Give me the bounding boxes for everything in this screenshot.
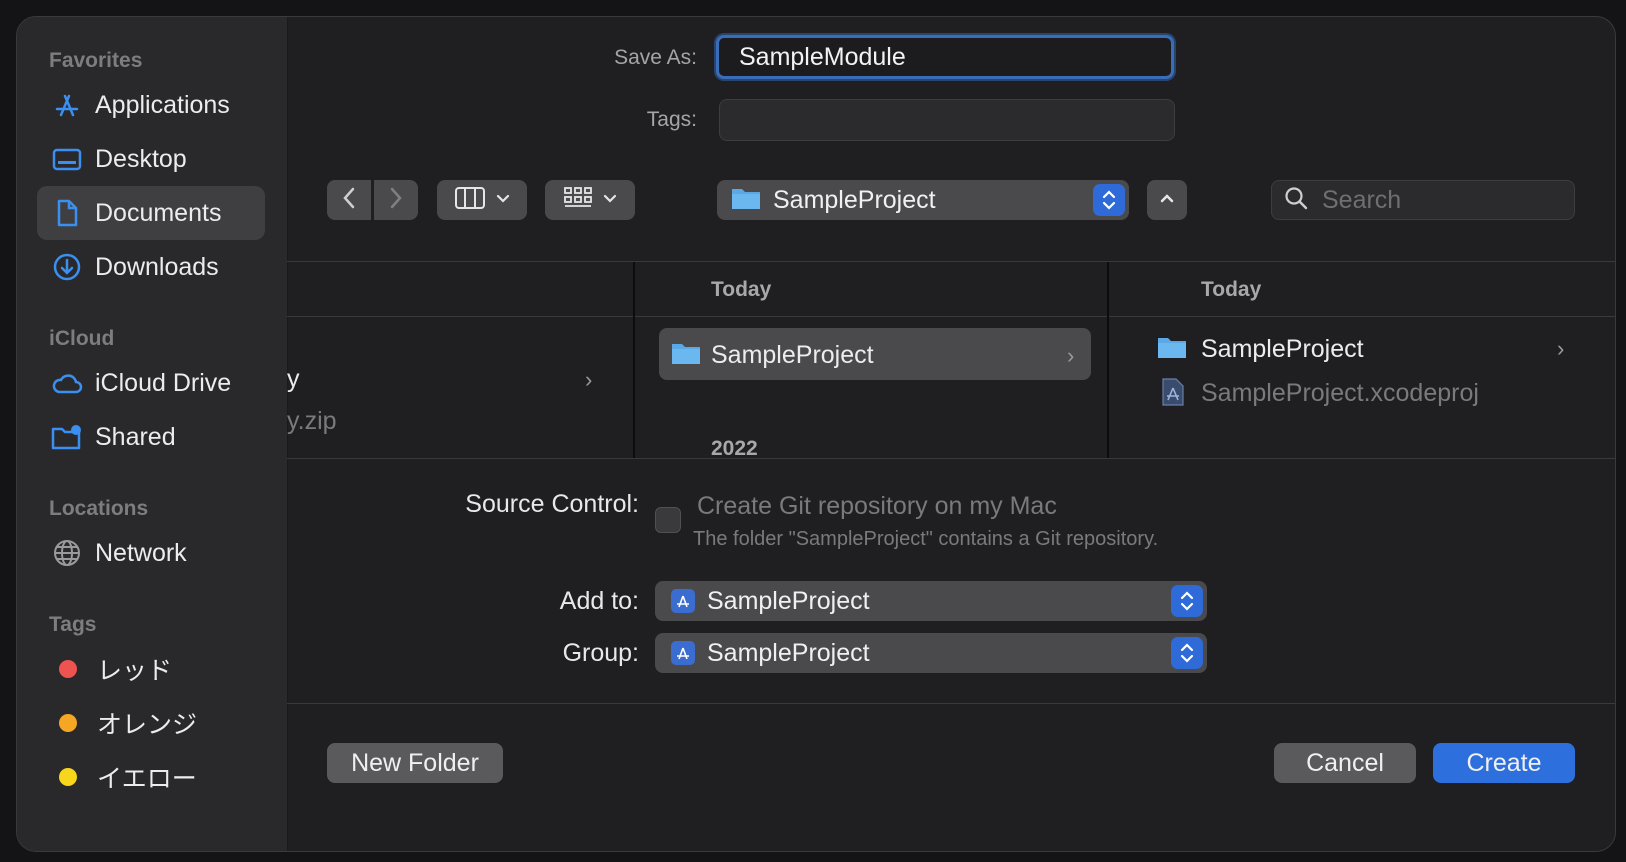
chevron-down-icon bbox=[603, 191, 617, 209]
sidebar-item-label: Network bbox=[95, 538, 187, 567]
shared-folder-icon bbox=[51, 421, 83, 453]
folder-icon bbox=[731, 185, 761, 216]
footer-divider bbox=[287, 703, 1615, 704]
sidebar-item-label: Documents bbox=[95, 198, 222, 227]
sidebar-heading-favorites: Favorites bbox=[49, 49, 143, 72]
sidebar-item-tag-red[interactable]: レッド bbox=[37, 642, 265, 696]
folder-icon bbox=[671, 340, 701, 371]
desktop-icon bbox=[51, 143, 83, 175]
expand-collapse-button[interactable] bbox=[1147, 180, 1187, 220]
search-placeholder: Search bbox=[1322, 185, 1402, 214]
location-label: SampleProject bbox=[773, 185, 936, 214]
tags-input[interactable] bbox=[719, 99, 1175, 141]
chevron-right-icon: › bbox=[1557, 336, 1565, 361]
cloud-icon bbox=[51, 367, 83, 399]
sidebar-item-label: Desktop bbox=[95, 144, 187, 173]
list-item-label: SampleProject bbox=[711, 341, 874, 369]
save-as-label: Save As: bbox=[614, 46, 697, 69]
list-item[interactable]: SampleProject bbox=[1201, 335, 1364, 364]
sidebar-item-label: オレンジ bbox=[97, 711, 198, 739]
list-item[interactable]: y bbox=[287, 365, 300, 394]
search-input[interactable]: Search bbox=[1271, 180, 1575, 220]
xcode-project-icon bbox=[671, 641, 695, 665]
list-item[interactable]: SampleProject.xcodeproj bbox=[1201, 379, 1479, 408]
sidebar-item-label: iCloud Drive bbox=[95, 368, 232, 397]
sidebar-item-tag-yellow[interactable]: イエロー bbox=[37, 750, 265, 804]
new-folder-button[interactable]: New Folder bbox=[327, 743, 503, 783]
save-dialog: Favorites Applications Desktop Documents… bbox=[16, 16, 1616, 852]
column-divider[interactable] bbox=[1107, 262, 1109, 458]
back-button[interactable] bbox=[327, 180, 371, 220]
sidebar-heading-tags: Tags bbox=[49, 613, 97, 636]
group-popup[interactable]: SampleProject bbox=[655, 633, 1207, 673]
add-to-popup[interactable]: SampleProject bbox=[655, 581, 1207, 621]
chevron-right-icon: › bbox=[585, 367, 593, 392]
up-down-arrows-icon bbox=[1171, 585, 1203, 617]
grid-view-icon bbox=[563, 186, 593, 215]
add-to-value: SampleProject bbox=[707, 586, 870, 615]
sidebar-item-desktop[interactable]: Desktop bbox=[37, 132, 265, 186]
group-value: SampleProject bbox=[707, 638, 870, 667]
up-down-arrows-icon bbox=[1171, 637, 1203, 669]
tag-yellow-dot-icon bbox=[59, 768, 77, 786]
chevron-right-icon: › bbox=[1067, 343, 1075, 368]
sidebar-item-downloads[interactable]: Downloads bbox=[37, 240, 265, 294]
sidebar: Favorites Applications Desktop Documents… bbox=[17, 17, 288, 851]
tags-label: Tags: bbox=[646, 108, 697, 131]
columns-view-icon bbox=[454, 186, 486, 215]
applications-icon bbox=[51, 89, 83, 121]
sidebar-item-label: Applications bbox=[95, 90, 230, 119]
chevron-right-icon bbox=[388, 186, 404, 215]
group-label: Group: bbox=[562, 639, 639, 667]
git-repository-checkbox[interactable] bbox=[655, 507, 681, 533]
xcode-project-icon bbox=[671, 589, 695, 613]
tag-orange-dot-icon bbox=[59, 714, 77, 732]
column-header: Today bbox=[1201, 278, 1262, 301]
sidebar-item-network[interactable]: Network bbox=[37, 526, 265, 580]
globe-icon bbox=[51, 537, 83, 569]
git-note: The folder "SampleProject" contains a Gi… bbox=[693, 528, 1159, 550]
sidebar-item-icloud-drive[interactable]: iCloud Drive bbox=[37, 356, 265, 410]
create-button[interactable]: Create bbox=[1433, 743, 1575, 783]
up-down-arrows-icon bbox=[1093, 184, 1125, 216]
view-columns-button[interactable] bbox=[437, 180, 527, 220]
sidebar-heading-locations: Locations bbox=[49, 497, 149, 520]
save-as-input[interactable]: SampleModule bbox=[716, 35, 1174, 79]
sidebar-item-documents[interactable]: Documents bbox=[37, 186, 265, 240]
chevron-down-icon bbox=[496, 191, 510, 209]
cancel-button[interactable]: Cancel bbox=[1274, 743, 1416, 783]
section-header: 2022 bbox=[711, 437, 758, 459]
folder-icon bbox=[1157, 334, 1187, 365]
forward-button[interactable] bbox=[374, 180, 418, 220]
downloads-icon bbox=[51, 251, 83, 283]
sidebar-item-applications[interactable]: Applications bbox=[37, 78, 265, 132]
chevron-up-icon bbox=[1159, 191, 1175, 209]
column-header: Today bbox=[711, 278, 772, 301]
search-icon bbox=[1284, 186, 1308, 215]
file-browser: y › y.zip Today SampleProject › 2022 Tod… bbox=[287, 261, 1615, 459]
column-header-divider bbox=[287, 316, 1615, 317]
sidebar-heading-icloud: iCloud bbox=[49, 327, 115, 350]
chevron-left-icon bbox=[341, 186, 357, 215]
xcodeproj-file-icon bbox=[1161, 378, 1185, 411]
document-icon bbox=[51, 197, 83, 229]
git-checkbox-label: Create Git repository on my Mac bbox=[697, 492, 1057, 520]
sidebar-item-label: レッド bbox=[97, 657, 173, 685]
tag-red-dot-icon bbox=[59, 660, 77, 678]
sidebar-item-label: Downloads bbox=[95, 252, 219, 281]
location-popup[interactable]: SampleProject bbox=[717, 180, 1129, 220]
column-divider[interactable] bbox=[633, 262, 635, 458]
list-item[interactable]: y.zip bbox=[287, 407, 337, 436]
sidebar-item-label: イエロー bbox=[97, 765, 197, 793]
group-by-button[interactable] bbox=[545, 180, 635, 220]
source-control-label: Source Control: bbox=[465, 490, 639, 518]
sidebar-item-label: Shared bbox=[95, 422, 176, 451]
sidebar-item-tag-orange[interactable]: オレンジ bbox=[37, 696, 265, 750]
add-to-label: Add to: bbox=[559, 587, 639, 615]
sidebar-item-shared[interactable]: Shared bbox=[37, 410, 265, 464]
